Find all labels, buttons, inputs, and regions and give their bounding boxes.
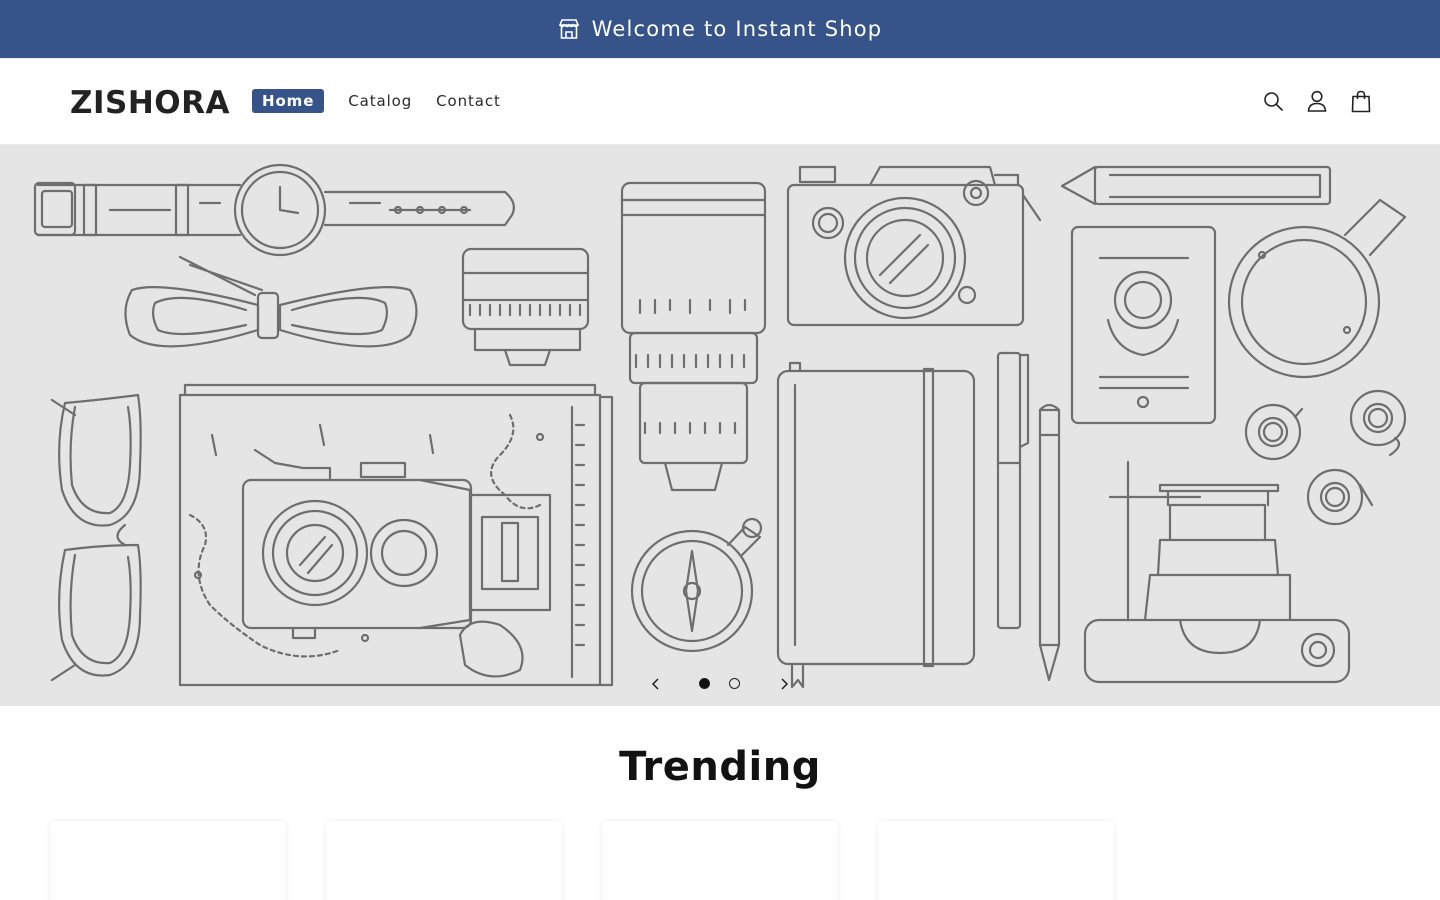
- lens-illustration: [461, 247, 590, 367]
- notebook-illustration: [776, 361, 976, 689]
- nav-catalog[interactable]: Catalog: [348, 89, 412, 113]
- cart-icon[interactable]: [1350, 89, 1372, 113]
- map-illustration: [178, 383, 614, 687]
- slide-next-button[interactable]: [772, 672, 796, 696]
- vertical-pencil-illustration: [1038, 403, 1061, 682]
- zoom-lens-illustration: [620, 181, 767, 492]
- slide-prev-button[interactable]: [644, 672, 668, 696]
- bowtie-illustration: [124, 255, 418, 348]
- hero-illustration: [33, 163, 1407, 689]
- slider-controls: [0, 672, 1440, 696]
- hero-slideshow: [0, 145, 1440, 706]
- camera-illustration: [786, 165, 1042, 327]
- search-icon[interactable]: [1262, 89, 1284, 113]
- slide-dot-2[interactable]: [729, 678, 740, 689]
- product-card[interactable]: [326, 821, 562, 900]
- telephoto-camera-illustration: [1083, 460, 1351, 684]
- main-nav: Home Catalog Contact: [252, 89, 501, 113]
- pen-illustration: [996, 351, 1030, 630]
- site-header: ZISHORA Home Catalog Contact: [0, 58, 1440, 145]
- announcement-bar: Welcome to Instant Shop: [0, 0, 1440, 58]
- header-icons: [1262, 89, 1372, 113]
- product-card[interactable]: [602, 821, 838, 900]
- compass-illustration: [630, 517, 763, 653]
- store-icon: [558, 18, 580, 40]
- watch-illustration: [33, 163, 515, 257]
- slide-dot-1[interactable]: [699, 678, 710, 689]
- vintage-camera-illustration: [241, 448, 552, 640]
- account-icon[interactable]: [1306, 89, 1328, 113]
- product-card[interactable]: [50, 821, 286, 900]
- trending-title: Trending: [619, 744, 821, 790]
- cup-illustration: [1227, 198, 1407, 379]
- product-card[interactable]: [878, 821, 1114, 900]
- nav-home[interactable]: Home: [252, 89, 325, 113]
- passport-illustration: [1070, 225, 1217, 425]
- store-logo[interactable]: ZISHORA: [70, 85, 230, 121]
- nav-contact[interactable]: Contact: [436, 89, 501, 113]
- trending-section: Trending: [0, 706, 1440, 900]
- announcement-text: Welcome to Instant Shop: [591, 17, 883, 41]
- sunglasses-illustration: [50, 393, 142, 682]
- tape-rolls-illustration: [1244, 389, 1407, 526]
- pencil-illustration: [1060, 165, 1332, 206]
